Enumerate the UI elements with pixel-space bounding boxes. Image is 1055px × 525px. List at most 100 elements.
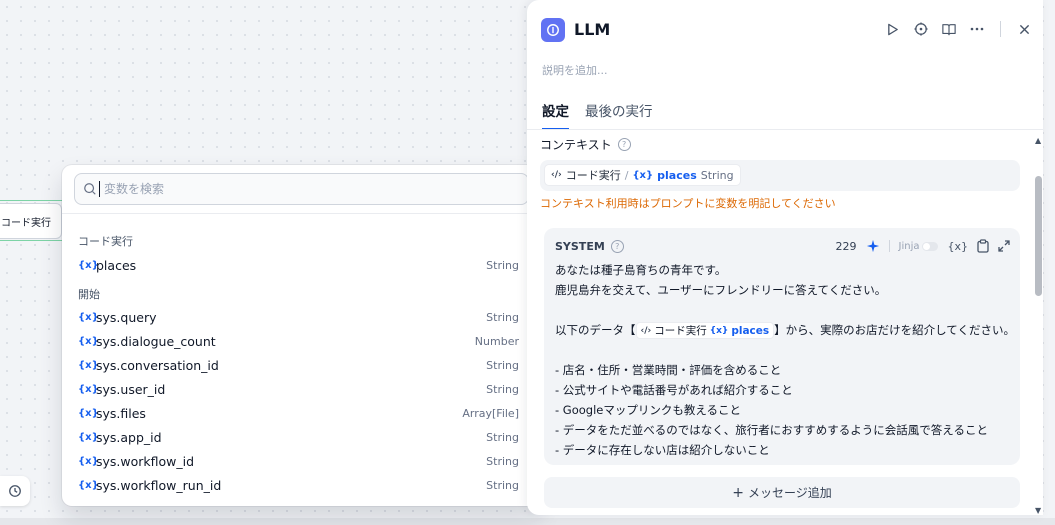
crosshair-icon [914, 22, 928, 36]
prompt-line: - 店名・住所・営業時間・評価を含めること [555, 363, 782, 377]
chip-variable-name: places [731, 324, 770, 337]
search-input[interactable] [104, 182, 504, 196]
prompt-line [555, 340, 1010, 360]
context-variable-chip[interactable]: ‹/› コード実行 / {x} places String [544, 164, 741, 186]
variable-name: sys.app_id [96, 429, 162, 445]
list-item[interactable]: {x} sys.app_id String [62, 425, 541, 449]
variable-icon: {x} [78, 455, 99, 467]
history-button[interactable] [0, 476, 30, 506]
list-item[interactable]: {x} places String [62, 253, 541, 277]
variable-name: sys.files [96, 405, 146, 421]
list-item[interactable]: {x} sys.user_id String [62, 377, 541, 401]
variable-icon: {x} [78, 359, 99, 371]
more-button[interactable] [968, 18, 986, 40]
variable-name: sys.dialogue_count [96, 333, 216, 349]
docs-button[interactable] [940, 18, 958, 40]
scroll-up-icon[interactable]: ▲ [1035, 136, 1041, 145]
scroll-down-icon[interactable]: ▼ [1035, 506, 1041, 515]
add-message-label: メッセージ追加 [747, 486, 832, 500]
token-count: 229 [835, 239, 857, 253]
insert-variable-icon[interactable]: {x} [947, 240, 968, 253]
clipboard-icon[interactable] [977, 239, 989, 253]
context-selector[interactable]: ‹/› コード実行 / {x} places String [540, 160, 1020, 191]
prompt-line [555, 300, 1010, 320]
prompt-variable-chip[interactable]: ‹/› コード実行 {x} places [635, 322, 775, 339]
plus-icon: + [732, 484, 744, 501]
prompt-line: - Googleマップリンクも教えること [555, 403, 742, 417]
variable-name: sys.conversation_id [96, 357, 219, 373]
system-prompt-tools: 229 Jinja {x} [836, 239, 1011, 253]
variable-picker: コード実行 {x} places String 開始 {x} sys.query… [62, 165, 541, 506]
chip-node-name: コード実行 [654, 324, 707, 337]
search-box[interactable] [74, 173, 529, 205]
list-item[interactable]: {x} sys.workflow_run_id String [62, 473, 541, 497]
edge-line [0, 200, 62, 201]
toggle-switch[interactable] [922, 241, 939, 251]
variable-icon: {x} [78, 407, 99, 419]
text-cursor [99, 181, 100, 197]
variable-icon: {x} [78, 479, 99, 491]
scrollbar[interactable]: ▲ ▼ [1034, 136, 1043, 515]
panel-content: コンテキスト ? ‹/› コード実行 / {x} places String コ… [527, 130, 1043, 515]
expand-icon[interactable] [998, 240, 1010, 252]
jinja-toggle[interactable]: Jinja [899, 241, 939, 252]
group-title: 開始 [78, 288, 100, 301]
system-title: SYSTEM [555, 239, 605, 253]
add-message-button[interactable]: + メッセージ追加 [544, 477, 1020, 508]
prompt-line: - データをただ並べるのではなく、旅行者におすすめするように会話風で答えること [555, 423, 988, 437]
prompt-text: 以下のデータ【 [555, 323, 636, 337]
sparkle-icon[interactable] [866, 239, 880, 253]
panel-title: LLM [574, 20, 611, 39]
divider [888, 240, 890, 252]
close-icon [1019, 24, 1029, 34]
help-icon[interactable]: ? [617, 138, 631, 151]
list-item[interactable]: {x} sys.query String [62, 305, 541, 329]
variable-name: sys.user_id [96, 381, 166, 397]
variable-type: String [486, 382, 519, 396]
variable-type: String [486, 478, 519, 492]
prompt-text: 】から、実際のお店だけを紹介してください。 [774, 323, 1015, 337]
variable-type: String [486, 358, 519, 372]
prompt-line: あなたは種子島育ちの青年です。 [555, 263, 727, 277]
code-icon: ‹/› [551, 170, 562, 180]
bottom-bar [0, 518, 1055, 525]
prompt-line-with-variable: 以下のデータ【 ‹/› コード実行 {x} places 】から、実際のお店だけ… [555, 320, 1015, 340]
system-prompt-header: SYSTEM ? 229 Jinja {x} [555, 237, 1010, 255]
scrollbar-thumb[interactable] [1035, 176, 1042, 296]
llm-node-panel: LLM 説明を追加... 設定 最後の実行 コンテキスト ? ‹/› コード実行… [527, 0, 1043, 515]
context-label: コンテキスト ? [540, 136, 631, 153]
divider [1000, 21, 1001, 37]
variable-icon: {x} [632, 169, 654, 181]
description-input[interactable]: 説明を追加... [542, 62, 608, 78]
locate-button[interactable] [912, 18, 930, 40]
code-node[interactable]: コード実行 [0, 203, 62, 239]
prompt-line: 鹿児島弁を交えて、ユーザーにフレンドリーに答えてください。 [555, 283, 887, 297]
variable-type: String [486, 310, 519, 324]
system-prompt-editor: SYSTEM ? 229 Jinja {x} あなたは種子島育ちの青年です。 鹿… [544, 228, 1020, 465]
variable-icon: {x} [78, 335, 99, 347]
header-actions [884, 18, 1033, 40]
node-label: コード実行 [1, 217, 51, 229]
list-item[interactable]: {x} sys.dialogue_count Number [62, 329, 541, 353]
variable-icon: {x} [78, 383, 99, 395]
variable-type: String [486, 430, 519, 444]
list-item[interactable]: {x} sys.conversation_id String [62, 353, 541, 377]
group-title: コード実行 [78, 235, 133, 248]
context-warning: コンテキスト利用時はプロンプトに変数を明記してください [540, 197, 836, 210]
variable-icon: {x} [78, 431, 99, 443]
close-button[interactable] [1015, 18, 1033, 40]
prompt-line: - データに存在しない店は紹介しないこと [555, 443, 770, 457]
system-prompt-text[interactable]: あなたは種子島育ちの青年です。 鹿児島弁を交えて、ユーザーにフレンドリーに答えて… [555, 260, 1015, 460]
tab-settings[interactable]: 設定 [542, 100, 569, 130]
list-item[interactable]: {x} sys.workflow_id String [62, 449, 541, 473]
variable-type: String [486, 454, 519, 468]
variable-type: Array[File] [462, 406, 519, 420]
variable-name: sys.workflow_run_id [96, 477, 222, 493]
chip-variable-name: places [657, 168, 697, 182]
list-item[interactable]: {x} sys.files Array[File] [62, 401, 541, 425]
help-icon[interactable]: ? [610, 239, 624, 253]
run-button[interactable] [884, 18, 902, 40]
edge-line [0, 240, 62, 241]
chip-node-name: コード実行 [565, 169, 621, 182]
tab-last-run[interactable]: 最後の実行 [585, 100, 653, 130]
